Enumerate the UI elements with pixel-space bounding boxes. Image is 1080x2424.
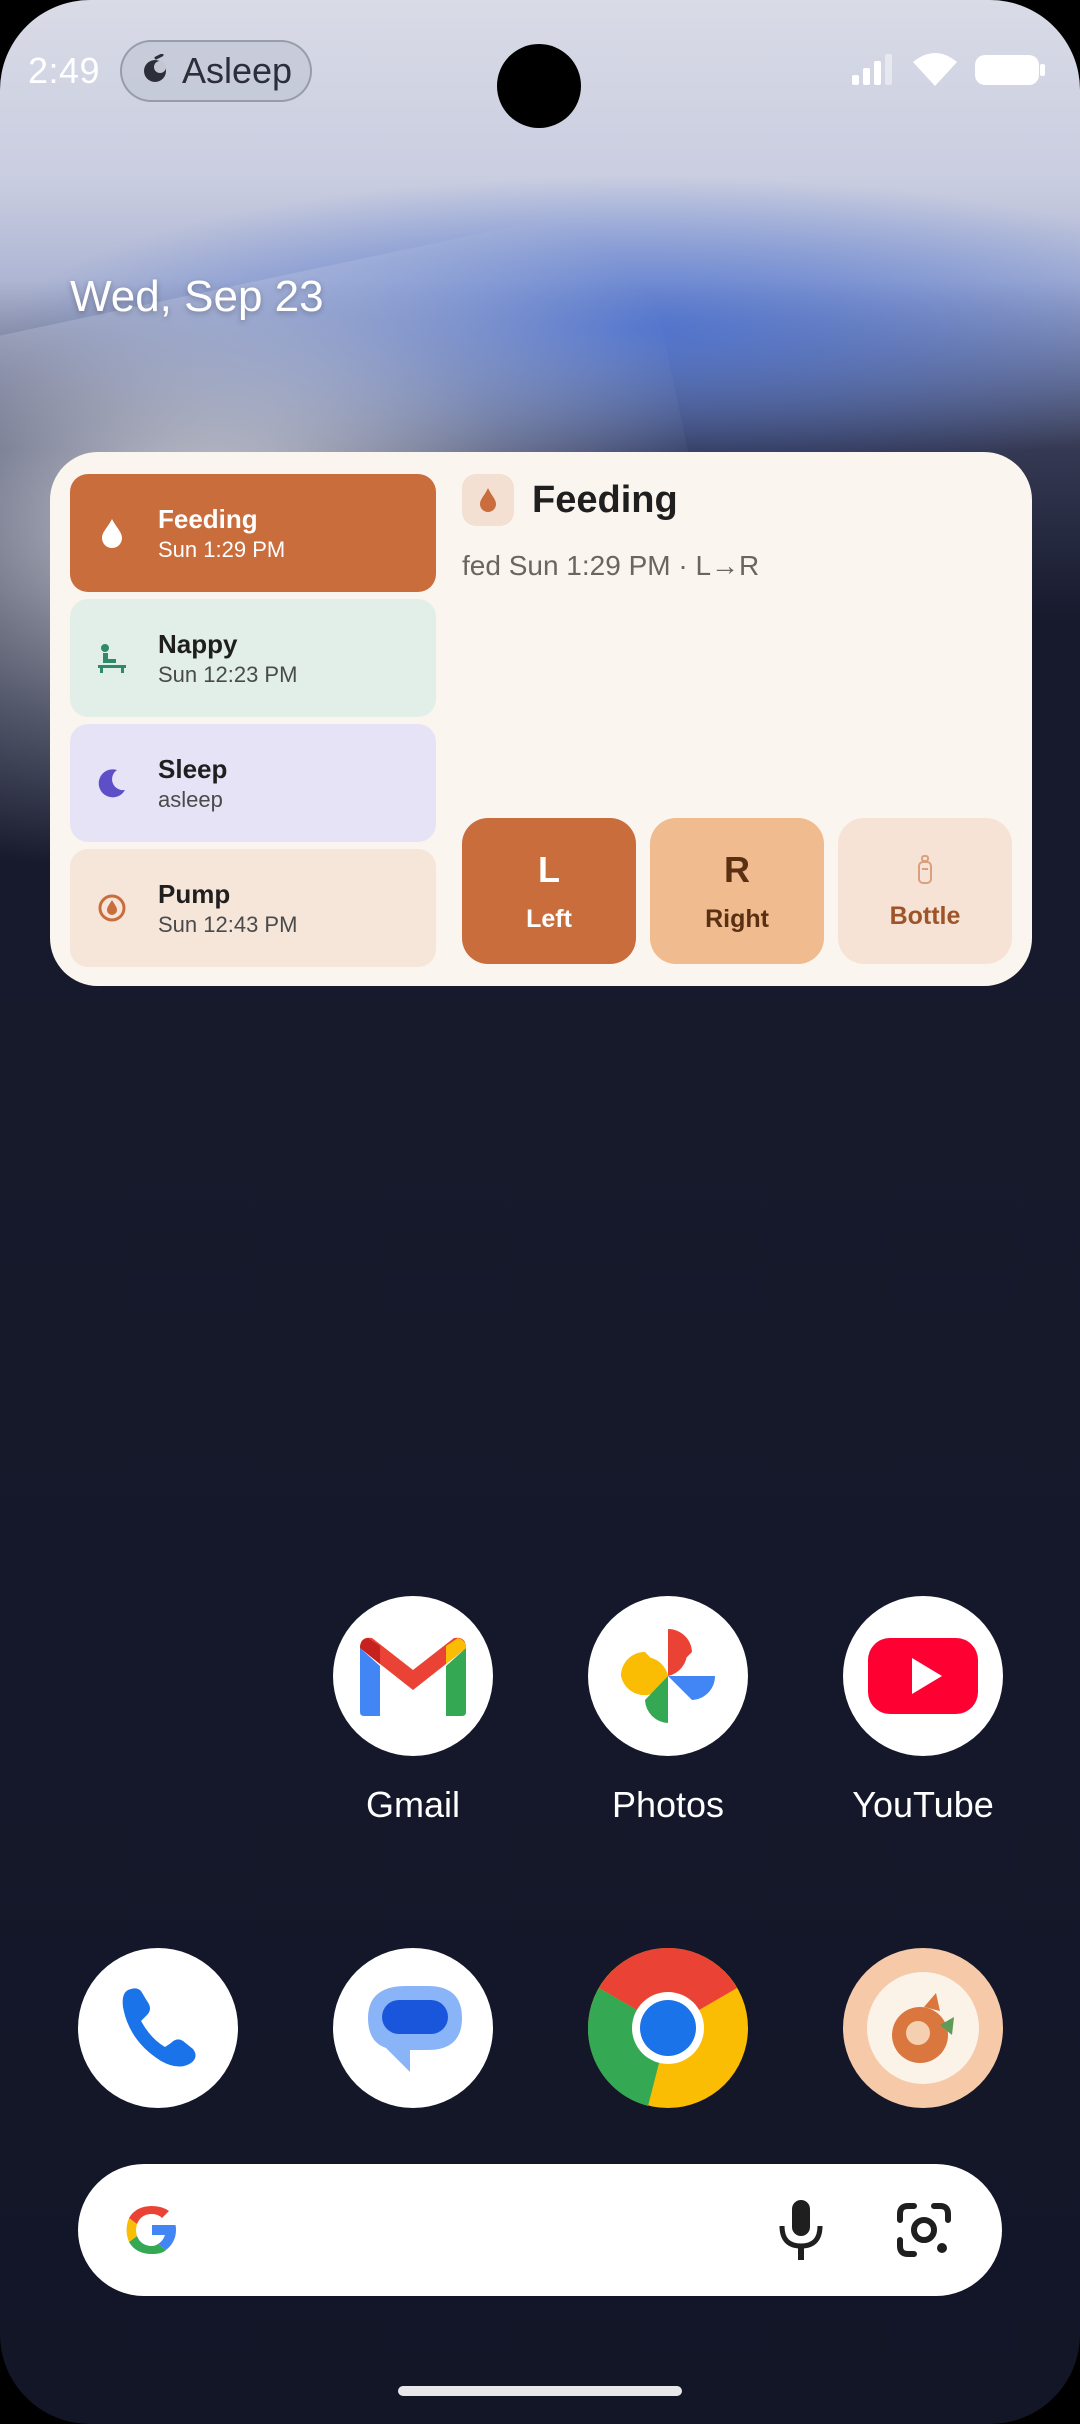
widget-detail-panel: Feeding fed Sun 1:29 PM · L→R L Left R R… [462,474,1012,964]
baby-tracker-app-icon [843,1948,1003,2108]
app-photos[interactable]: Photos [588,1596,748,1826]
changing-table-icon [92,638,132,678]
feeding-side-buttons: L Left R Right Bottle [462,818,1012,964]
widget-item-feeding[interactable]: Feeding Sun 1:29 PM [70,474,436,592]
left-side-letter: L [538,848,560,890]
widget-item-subtitle: Sun 12:43 PM [158,911,298,937]
drop-icon [462,474,514,526]
photos-icon [588,1596,748,1756]
messages-icon [333,1948,493,2108]
widget-item-title: Pump [158,878,231,909]
app-label: YouTube [852,1784,994,1825]
right-side-letter: R [724,848,750,890]
front-camera-cutout [497,44,581,128]
moon-icon [92,763,132,803]
widget-item-title: Nappy [158,628,238,659]
date-display[interactable]: Wed, Sep 23 [70,272,324,322]
microphone-icon[interactable] [774,2198,828,2267]
dock-baby-tracker[interactable] [843,1948,1003,2108]
pump-icon [92,888,132,928]
signal-icon [850,53,896,92]
widget-item-pump[interactable]: Pump Sun 12:43 PM [70,849,436,967]
drop-icon [92,513,132,553]
youtube-icon [843,1596,1003,1756]
asleep-status-label: Asleep [182,50,293,91]
widget-item-sleep[interactable]: Sleep asleep [70,724,436,842]
left-side-button[interactable]: L Left [462,818,636,964]
home-screen: 2:49 Asleep Wed, Sep 23 Feeding Sun 1:29… [0,0,1080,2424]
left-side-label: Left [526,904,572,933]
widget-item-nappy[interactable]: Nappy Sun 12:23 PM [70,599,436,717]
widget-item-subtitle: asleep [158,786,223,812]
widget-detail-title: Feeding [532,478,678,521]
status-clock: 2:49 [28,50,101,91]
google-g-icon [122,2200,182,2265]
gesture-home-bar[interactable] [398,2386,682,2396]
widget-detail-subtitle: fed Sun 1:29 PM · L→R [462,550,760,581]
widget-activity-list: Feeding Sun 1:29 PM Nappy Sun 12:23 PM S… [70,474,436,974]
widget-item-title: Feeding [158,503,258,534]
widget-item-subtitle: Sun 12:23 PM [158,661,298,687]
app-gmail[interactable]: Gmail [333,1596,493,1826]
google-lens-icon[interactable] [894,2200,954,2265]
app-youtube[interactable]: YouTube [843,1596,1003,1826]
status-bar: 2:49 Asleep [0,30,1080,128]
widget-item-subtitle: Sun 1:29 PM [158,536,286,562]
bottle-icon [916,852,934,888]
widget-detail-header: Feeding [462,474,1012,526]
chrome-icon [588,1948,748,2108]
baby-sleep-icon [140,53,170,89]
google-search-bar[interactable] [78,2164,1002,2296]
system-icons [850,52,1046,93]
app-label: Photos [611,1784,725,1825]
bottle-label: Bottle [889,901,961,930]
right-side-button[interactable]: R Right [650,818,824,964]
app-label: Gmail [365,1784,460,1825]
asleep-status-chip[interactable]: Asleep [120,40,312,102]
phone-icon [78,1948,238,2108]
wifi-icon [912,52,958,93]
dock-chrome[interactable] [588,1948,748,2108]
dock-phone[interactable] [78,1948,238,2108]
battery-icon [974,53,1046,92]
bottle-button[interactable]: Bottle [838,818,1012,964]
gmail-icon [333,1596,493,1756]
right-side-label: Right [705,904,769,933]
baby-tracker-widget: Feeding Sun 1:29 PM Nappy Sun 12:23 PM S… [50,452,1032,986]
widget-item-title: Sleep [158,753,228,784]
dock-messages[interactable] [333,1948,493,2108]
